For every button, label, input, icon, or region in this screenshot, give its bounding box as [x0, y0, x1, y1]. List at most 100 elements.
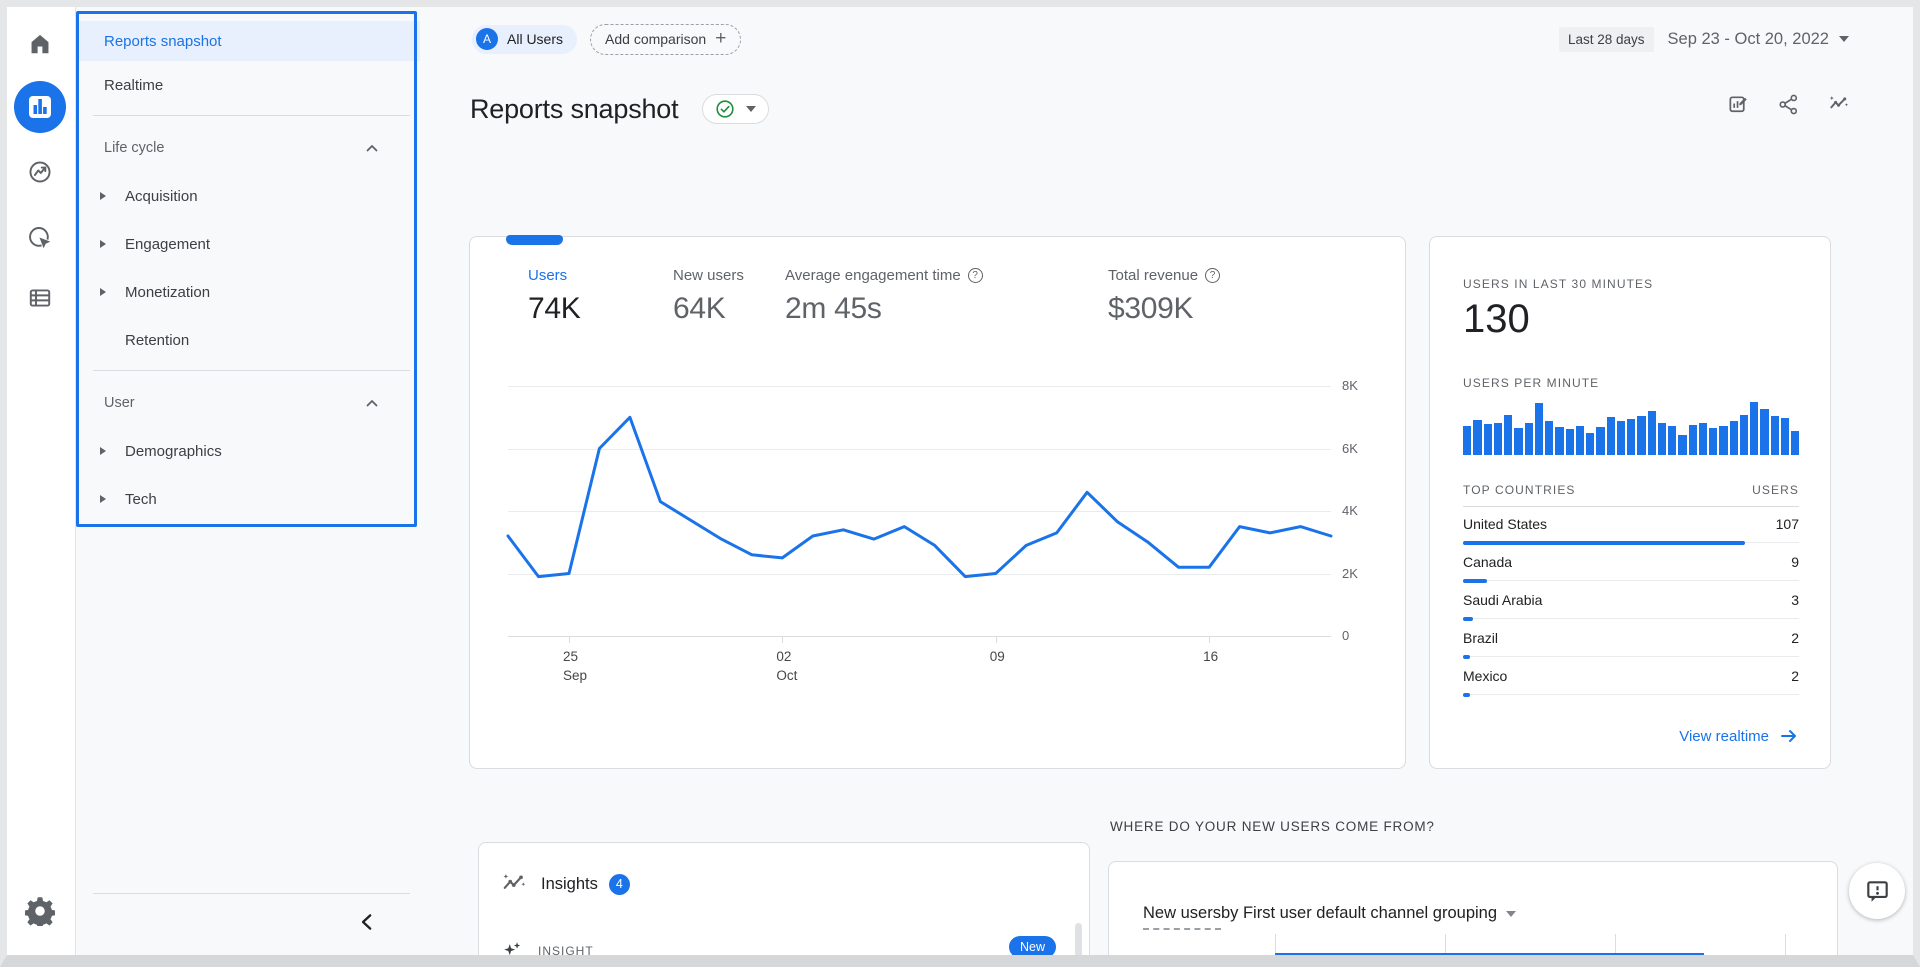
customize-report-icon[interactable]	[1727, 93, 1750, 116]
per-minute-bar	[1566, 429, 1574, 455]
report-status-dropdown[interactable]	[702, 94, 769, 124]
insights-title: Insights	[541, 875, 598, 894]
nav-item-acquisition[interactable]: Acquisition	[76, 172, 420, 220]
per-minute-bar	[1730, 421, 1738, 455]
metric-label: Total revenue?	[1108, 267, 1220, 284]
country-bar-fill	[1463, 541, 1745, 545]
country-users: 3	[1791, 592, 1799, 608]
all-users-chip[interactable]: A All Users	[472, 25, 577, 54]
nav-item-tech[interactable]: Tech	[76, 475, 420, 523]
metric-label: Users	[528, 267, 580, 284]
insights-icon[interactable]	[1827, 93, 1850, 116]
users-line-chart[interactable]: 8K6K4K2K025Sep02Oct0916	[508, 386, 1331, 636]
per-minute-bar	[1494, 423, 1502, 455]
selected-metric-indicator	[506, 235, 563, 245]
country-row-canada: Canada9	[1463, 552, 1799, 590]
nav-section-user[interactable]: User	[76, 379, 420, 427]
realtime-card: USERS IN LAST 30 MINUTES 130 USERS PER M…	[1429, 236, 1831, 769]
country-users: 2	[1791, 630, 1799, 646]
expand-arrow-icon[interactable]	[100, 192, 106, 200]
country-row-brazil: Brazil 2	[1463, 628, 1799, 666]
date-range-picker[interactable]: Last 28 days Sep 23 - Oct 20, 2022	[1559, 27, 1849, 52]
nav-section-life-cycle[interactable]: Life cycle	[76, 124, 420, 172]
feedback-button[interactable]	[1849, 863, 1905, 919]
nav-item-realtime[interactable]: Realtime	[76, 61, 420, 109]
reports-icon[interactable]	[14, 81, 66, 133]
per-minute-bar	[1771, 416, 1779, 455]
users-per-minute-label: USERS PER MINUTE	[1463, 376, 1599, 390]
all-users-label: All Users	[507, 31, 563, 47]
per-minute-bar	[1576, 426, 1584, 455]
per-minute-bar	[1504, 415, 1512, 455]
library-icon[interactable]	[27, 285, 53, 311]
per-minute-bar	[1463, 426, 1471, 455]
help-icon[interactable]: ?	[968, 268, 983, 283]
view-realtime-link[interactable]: View realtime	[1679, 726, 1799, 746]
nav-item-reports-snapshot[interactable]: Reports snapshot	[76, 21, 420, 61]
country-name: Saudi Arabia	[1463, 592, 1542, 608]
collapse-nav-icon[interactable]	[357, 911, 379, 933]
expand-arrow-icon[interactable]	[100, 288, 106, 296]
users-column-label: USERS	[1752, 483, 1799, 497]
nav-item-monetization[interactable]: Monetization	[76, 268, 420, 316]
nav-section-label: Life cycle	[104, 140, 164, 156]
country-bar-track	[1463, 580, 1799, 581]
insight-row[interactable]: INSIGHT	[501, 940, 594, 955]
per-minute-bar	[1750, 402, 1758, 455]
per-minute-bar	[1555, 427, 1563, 455]
per-minute-bar	[1658, 423, 1666, 455]
nav-item-demographics[interactable]: Demographics	[76, 427, 420, 475]
collapse-section-icon[interactable]	[362, 393, 382, 413]
add-comparison-label: Add comparison	[605, 31, 706, 47]
metric-dropdown[interactable]: New users	[1143, 904, 1221, 930]
per-minute-bar	[1781, 418, 1789, 455]
header-row: Reports snapshot	[470, 87, 1853, 131]
insights-header: Insights 4	[501, 871, 630, 897]
country-row-saudi-arabia: Saudi Arabia 3	[1463, 590, 1799, 628]
nav-item-retention[interactable]: Retention	[76, 316, 420, 364]
home-icon[interactable]	[27, 31, 53, 57]
per-minute-bar	[1586, 433, 1594, 455]
channel-bar-chart	[1275, 934, 1805, 955]
users-per-minute-chart	[1463, 399, 1799, 455]
collapse-section-icon[interactable]	[362, 138, 382, 158]
nav-item-label: Engagement	[125, 236, 210, 253]
x-axis-label: 25Sep	[563, 647, 623, 685]
y-axis-label: 4K	[1342, 503, 1382, 518]
per-minute-bar	[1668, 426, 1676, 455]
metric-tab-new-users[interactable]: New users64K	[673, 267, 744, 326]
chevron-down-icon	[1839, 36, 1849, 42]
expand-arrow-icon[interactable]	[100, 495, 106, 503]
gridline	[1445, 934, 1446, 955]
sparkle-icon	[501, 940, 523, 955]
nav-divider	[93, 370, 410, 371]
expand-arrow-icon[interactable]	[100, 240, 106, 248]
advertising-icon[interactable]	[27, 225, 53, 251]
country-bar-fill	[1463, 693, 1470, 697]
dimension-selector[interactable]: New users by First user default channel …	[1143, 904, 1516, 930]
metric-tab-average-engagement-time[interactable]: Average engagement time?2m 45s	[785, 267, 983, 326]
explore-icon[interactable]	[27, 159, 53, 185]
country-bar-track	[1463, 694, 1799, 695]
per-minute-bar	[1473, 420, 1481, 455]
insights-card: Insights 4 INSIGHT New	[478, 842, 1090, 955]
add-comparison-button[interactable]: Add comparison +	[590, 24, 741, 55]
share-icon[interactable]	[1777, 93, 1800, 116]
scrollbar-thumb[interactable]	[1075, 923, 1082, 955]
view-realtime-label: View realtime	[1679, 728, 1769, 745]
channel-bar[interactable]	[1275, 953, 1704, 955]
metric-label: Average engagement time?	[785, 267, 983, 284]
country-name: United States	[1463, 516, 1547, 532]
country-row-united-states: United States107	[1463, 514, 1799, 552]
nav-divider	[93, 115, 410, 116]
settings-gear-icon[interactable]	[25, 896, 55, 926]
x-tick	[782, 636, 783, 643]
expand-arrow-icon[interactable]	[100, 447, 106, 455]
metric-tab-total-revenue[interactable]: Total revenue?$309K	[1108, 267, 1220, 326]
nav-item-engagement[interactable]: Engagement	[76, 220, 420, 268]
metric-tab-users[interactable]: Users74K	[528, 267, 580, 326]
help-icon[interactable]: ?	[1205, 268, 1220, 283]
users-30min-value: 130	[1463, 297, 1530, 342]
country-name: Brazil	[1463, 630, 1498, 646]
insights-count-badge[interactable]: 4	[609, 874, 630, 895]
